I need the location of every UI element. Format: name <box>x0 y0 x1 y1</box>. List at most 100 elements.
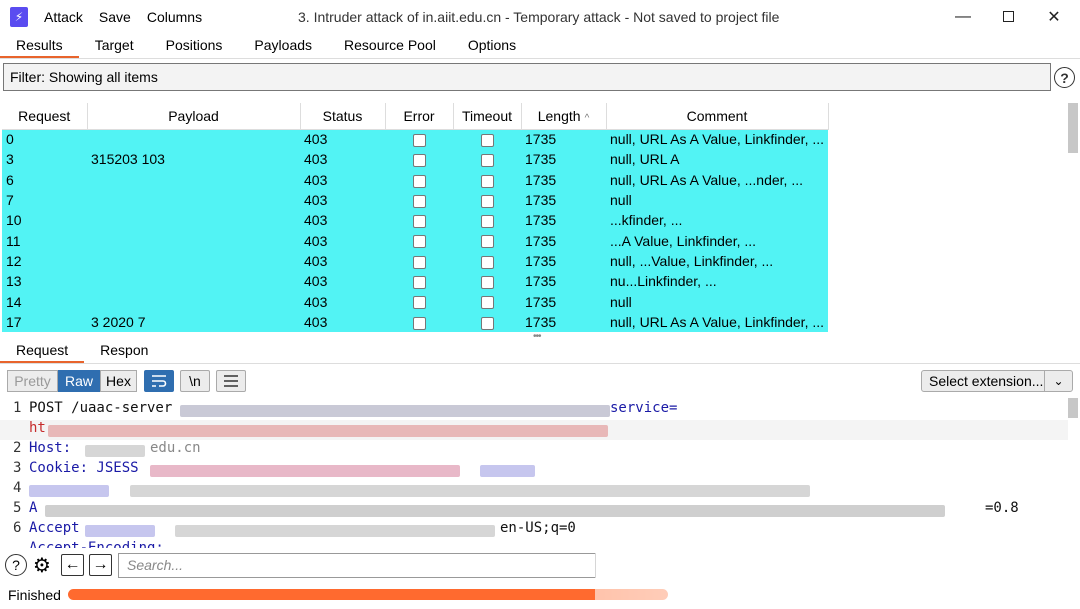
table-row[interactable]: 12 403 1735 null, ...Value, Linkfinder, ... <box>2 250 829 272</box>
timeout-checkbox <box>480 134 494 148</box>
show-newlines-button[interactable]: \n <box>180 370 210 392</box>
search-placeholder: Search... <box>127 557 184 573</box>
table-row[interactable]: 3 315203 103 403 1735 null, URL A <box>2 149 829 170</box>
cell-length: 1735 <box>521 169 606 190</box>
table-row[interactable]: 11 403 1735 ...A Value, Linkfinder, ... <box>2 230 829 251</box>
cell-comment: ...A Value, Linkfinder, ... <box>606 230 829 251</box>
wrap-lines-button[interactable] <box>144 370 174 392</box>
cell-payload <box>87 169 300 190</box>
select-extension-dropdown[interactable]: Select extension... ⌄ <box>921 370 1073 392</box>
col-payload[interactable]: Payload <box>87 103 301 130</box>
pretty-button[interactable]: Pretty <box>7 370 58 392</box>
cell-length: 1735 <box>521 271 606 292</box>
tab-target[interactable]: Target <box>79 33 150 58</box>
cell-timeout <box>453 230 521 251</box>
table-scrollbar[interactable] <box>1068 103 1078 153</box>
back-arrow-icon[interactable]: ← <box>61 554 84 576</box>
redacted-region <box>85 525 155 537</box>
minimize-button[interactable]: — <box>940 0 986 33</box>
cell-comment: null, URL A <box>606 149 829 170</box>
cell-timeout <box>453 210 521 231</box>
table-row[interactable]: 0 403 1735 null, URL As A Value, Linkfinder… <box>2 129 829 150</box>
col-error[interactable]: Error <box>385 103 454 130</box>
filter-bar[interactable]: Filter: Showing all items <box>3 63 1051 91</box>
table-row[interactable]: 17 3 2020 7 403 1735 null, URL As A Value, L… <box>2 311 829 332</box>
tab-options[interactable]: Options <box>452 33 532 58</box>
col-length-label: Length <box>537 107 581 124</box>
hex-button[interactable]: Hex <box>100 370 137 392</box>
col-timeout[interactable]: Timeout <box>453 103 522 130</box>
line-tail: =0.8 <box>985 500 1019 516</box>
cell-status: 403 <box>300 149 385 170</box>
hamburger-icon <box>224 375 238 387</box>
table-row[interactable]: 6 403 1735 null, URL As A Value, ...nder, .… <box>2 169 829 190</box>
maximize-button[interactable] <box>985 0 1031 33</box>
redacted-region <box>85 445 145 457</box>
col-comment[interactable]: Comment <box>606 103 829 130</box>
table-header: Request Payload Status Error Timeout Len… <box>2 103 829 130</box>
close-button[interactable]: ✕ <box>1031 0 1077 33</box>
table-row[interactable]: 13 403 1735 nu...Linkfinder, ... <box>2 271 829 292</box>
line-text: ht <box>29 420 46 436</box>
cell-timeout <box>453 149 521 170</box>
cell-status: 403 <box>300 129 385 150</box>
search-input[interactable]: Search... <box>118 553 596 578</box>
col-status[interactable]: Status <box>300 103 386 130</box>
select-extension-label: Select extension... <box>929 373 1044 389</box>
tab-response[interactable]: Respon <box>84 338 164 363</box>
gear-icon[interactable]: ⚙ <box>31 554 53 577</box>
menu-save[interactable]: Save <box>99 9 131 25</box>
cell-length: 1735 <box>521 291 606 312</box>
editor-line: 2 Host: edu.cn <box>0 440 1068 460</box>
cell-payload <box>87 271 300 292</box>
tab-results[interactable]: Results <box>0 33 79 58</box>
redacted-region <box>48 425 608 437</box>
line-number: 1 <box>13 400 22 416</box>
line-text: Host: <box>29 440 72 456</box>
timeout-checkbox <box>480 194 494 208</box>
tab-resource-pool[interactable]: Resource Pool <box>328 33 452 58</box>
line-number: 4 <box>13 480 22 496</box>
cell-request: 7 <box>2 189 87 211</box>
line-tail: en-US;q=0 <box>500 520 576 536</box>
cell-error <box>385 291 453 312</box>
col-length[interactable]: Length ^ <box>521 103 607 130</box>
line-text: A <box>29 500 38 516</box>
cell-error <box>385 250 453 272</box>
cell-payload <box>87 189 300 211</box>
cell-length: 1735 <box>521 189 606 211</box>
menu-attack[interactable]: Attack <box>44 9 83 25</box>
cell-timeout <box>453 129 521 150</box>
cell-length: 1735 <box>521 210 606 231</box>
help-icon[interactable]: ? <box>5 554 27 576</box>
tab-payloads[interactable]: Payloads <box>238 33 328 58</box>
cell-length: 1735 <box>521 149 606 170</box>
cell-comment: null <box>606 291 829 312</box>
cell-status: 403 <box>300 210 385 231</box>
editor-scrollbar[interactable] <box>1068 398 1078 418</box>
cell-error <box>385 271 453 292</box>
table-row[interactable]: 14 403 1735 null <box>2 291 829 312</box>
burp-app-icon: ⚡ <box>10 6 28 27</box>
menu-columns[interactable]: Columns <box>147 9 202 25</box>
message-tabs: Request Respon <box>0 338 1080 364</box>
cell-length: 1735 <box>521 230 606 251</box>
col-request[interactable]: Request <box>2 103 88 130</box>
tab-positions[interactable]: Positions <box>150 33 239 58</box>
editor-line: 5 A =0.8 <box>0 500 1068 520</box>
line-number: 3 <box>13 460 22 476</box>
cell-timeout <box>453 250 521 272</box>
cell-timeout <box>453 189 521 211</box>
raw-button[interactable]: Raw <box>58 370 100 392</box>
message-toolbar: Pretty Raw Hex \n Select extension... ⌄ <box>0 368 1080 394</box>
table-row[interactable]: 7 403 1735 null <box>2 189 829 211</box>
table-row[interactable]: 10 403 1735 ...kfinder, ... <box>2 210 829 231</box>
forward-arrow-icon[interactable]: → <box>89 554 112 576</box>
error-checkbox <box>412 316 426 330</box>
filter-help-icon[interactable]: ? <box>1054 67 1075 88</box>
tab-request[interactable]: Request <box>0 338 85 363</box>
menu-lines-button[interactable] <box>216 370 246 392</box>
cell-comment: null <box>606 189 829 211</box>
cell-payload <box>87 291 300 312</box>
line-number: 6 <box>13 520 22 536</box>
